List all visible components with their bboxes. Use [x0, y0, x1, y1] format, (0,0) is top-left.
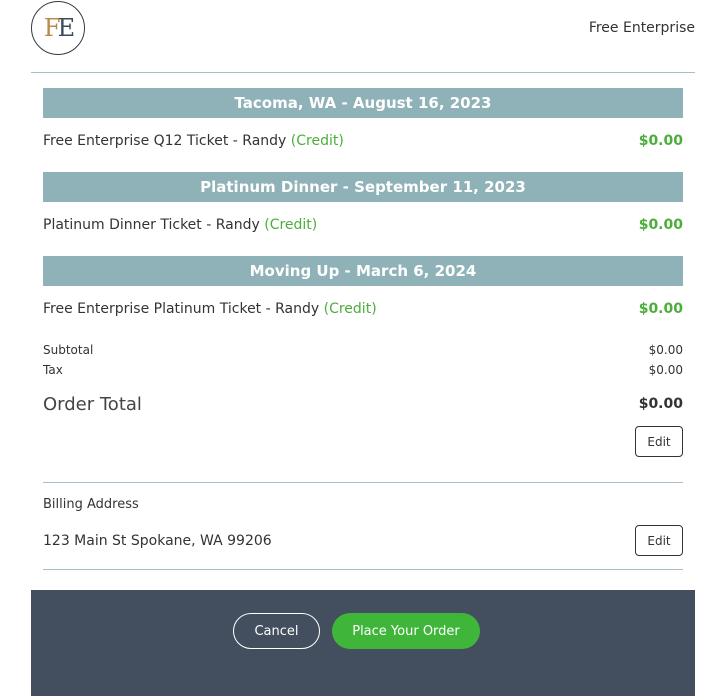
event-header-3: Moving Up - March 6, 2024: [43, 256, 683, 286]
order-total-label: Order Total: [43, 394, 142, 415]
line-item-price: $0.00: [638, 301, 683, 317]
tax-label: Tax: [43, 363, 63, 377]
credit-note: (Credit): [290, 133, 344, 149]
tax-row: Tax $0.00: [43, 363, 683, 377]
credit-note: (Credit): [264, 217, 318, 233]
header: FE Free Enterprise: [31, 0, 695, 73]
logo-letter-e: E: [57, 14, 75, 42]
subtotal-label: Subtotal: [43, 343, 94, 357]
order-total-amount: $0.00: [638, 396, 683, 412]
line-item-price: $0.00: [638, 133, 683, 149]
order-total-row: Order Total $0.00: [43, 394, 683, 415]
divider: [43, 482, 683, 483]
line-item-name: Free Enterprise Q12 Ticket - Randy: [43, 133, 287, 149]
logo-letter-f: F: [43, 14, 61, 42]
divider: [43, 569, 683, 570]
brand-name: Free Enterprise: [588, 20, 695, 36]
logo[interactable]: FE: [31, 1, 85, 55]
subtotal-amount: $0.00: [648, 343, 683, 357]
line-item-3: Free Enterprise Platinum Ticket - Randy …: [43, 301, 683, 317]
billing-address-value: 123 Main St Spokane, WA 99206: [43, 533, 272, 549]
event-header-2: Platinum Dinner - September 11, 2023: [43, 172, 683, 202]
subtotal-row: Subtotal $0.00: [43, 343, 683, 357]
line-item-name: Free Enterprise Platinum Ticket - Randy: [43, 301, 320, 317]
place-order-button[interactable]: Place Your Order: [332, 613, 480, 649]
line-item-price: $0.00: [638, 217, 683, 233]
line-item-2: Platinum Dinner Ticket - Randy (Credit) …: [43, 217, 683, 233]
event-header-1: Tacoma, WA - August 16, 2023: [43, 88, 683, 118]
line-item-1: Free Enterprise Q12 Ticket - Randy (Cred…: [43, 133, 683, 149]
tax-amount: $0.00: [648, 363, 683, 377]
line-item-name: Platinum Dinner Ticket - Randy: [43, 217, 260, 233]
edit-order-button[interactable]: Edit: [635, 426, 683, 457]
billing-address-label: Billing Address: [43, 497, 139, 512]
cancel-button[interactable]: Cancel: [233, 613, 320, 649]
edit-billing-button[interactable]: Edit: [635, 525, 683, 556]
credit-note: (Credit): [323, 301, 377, 317]
